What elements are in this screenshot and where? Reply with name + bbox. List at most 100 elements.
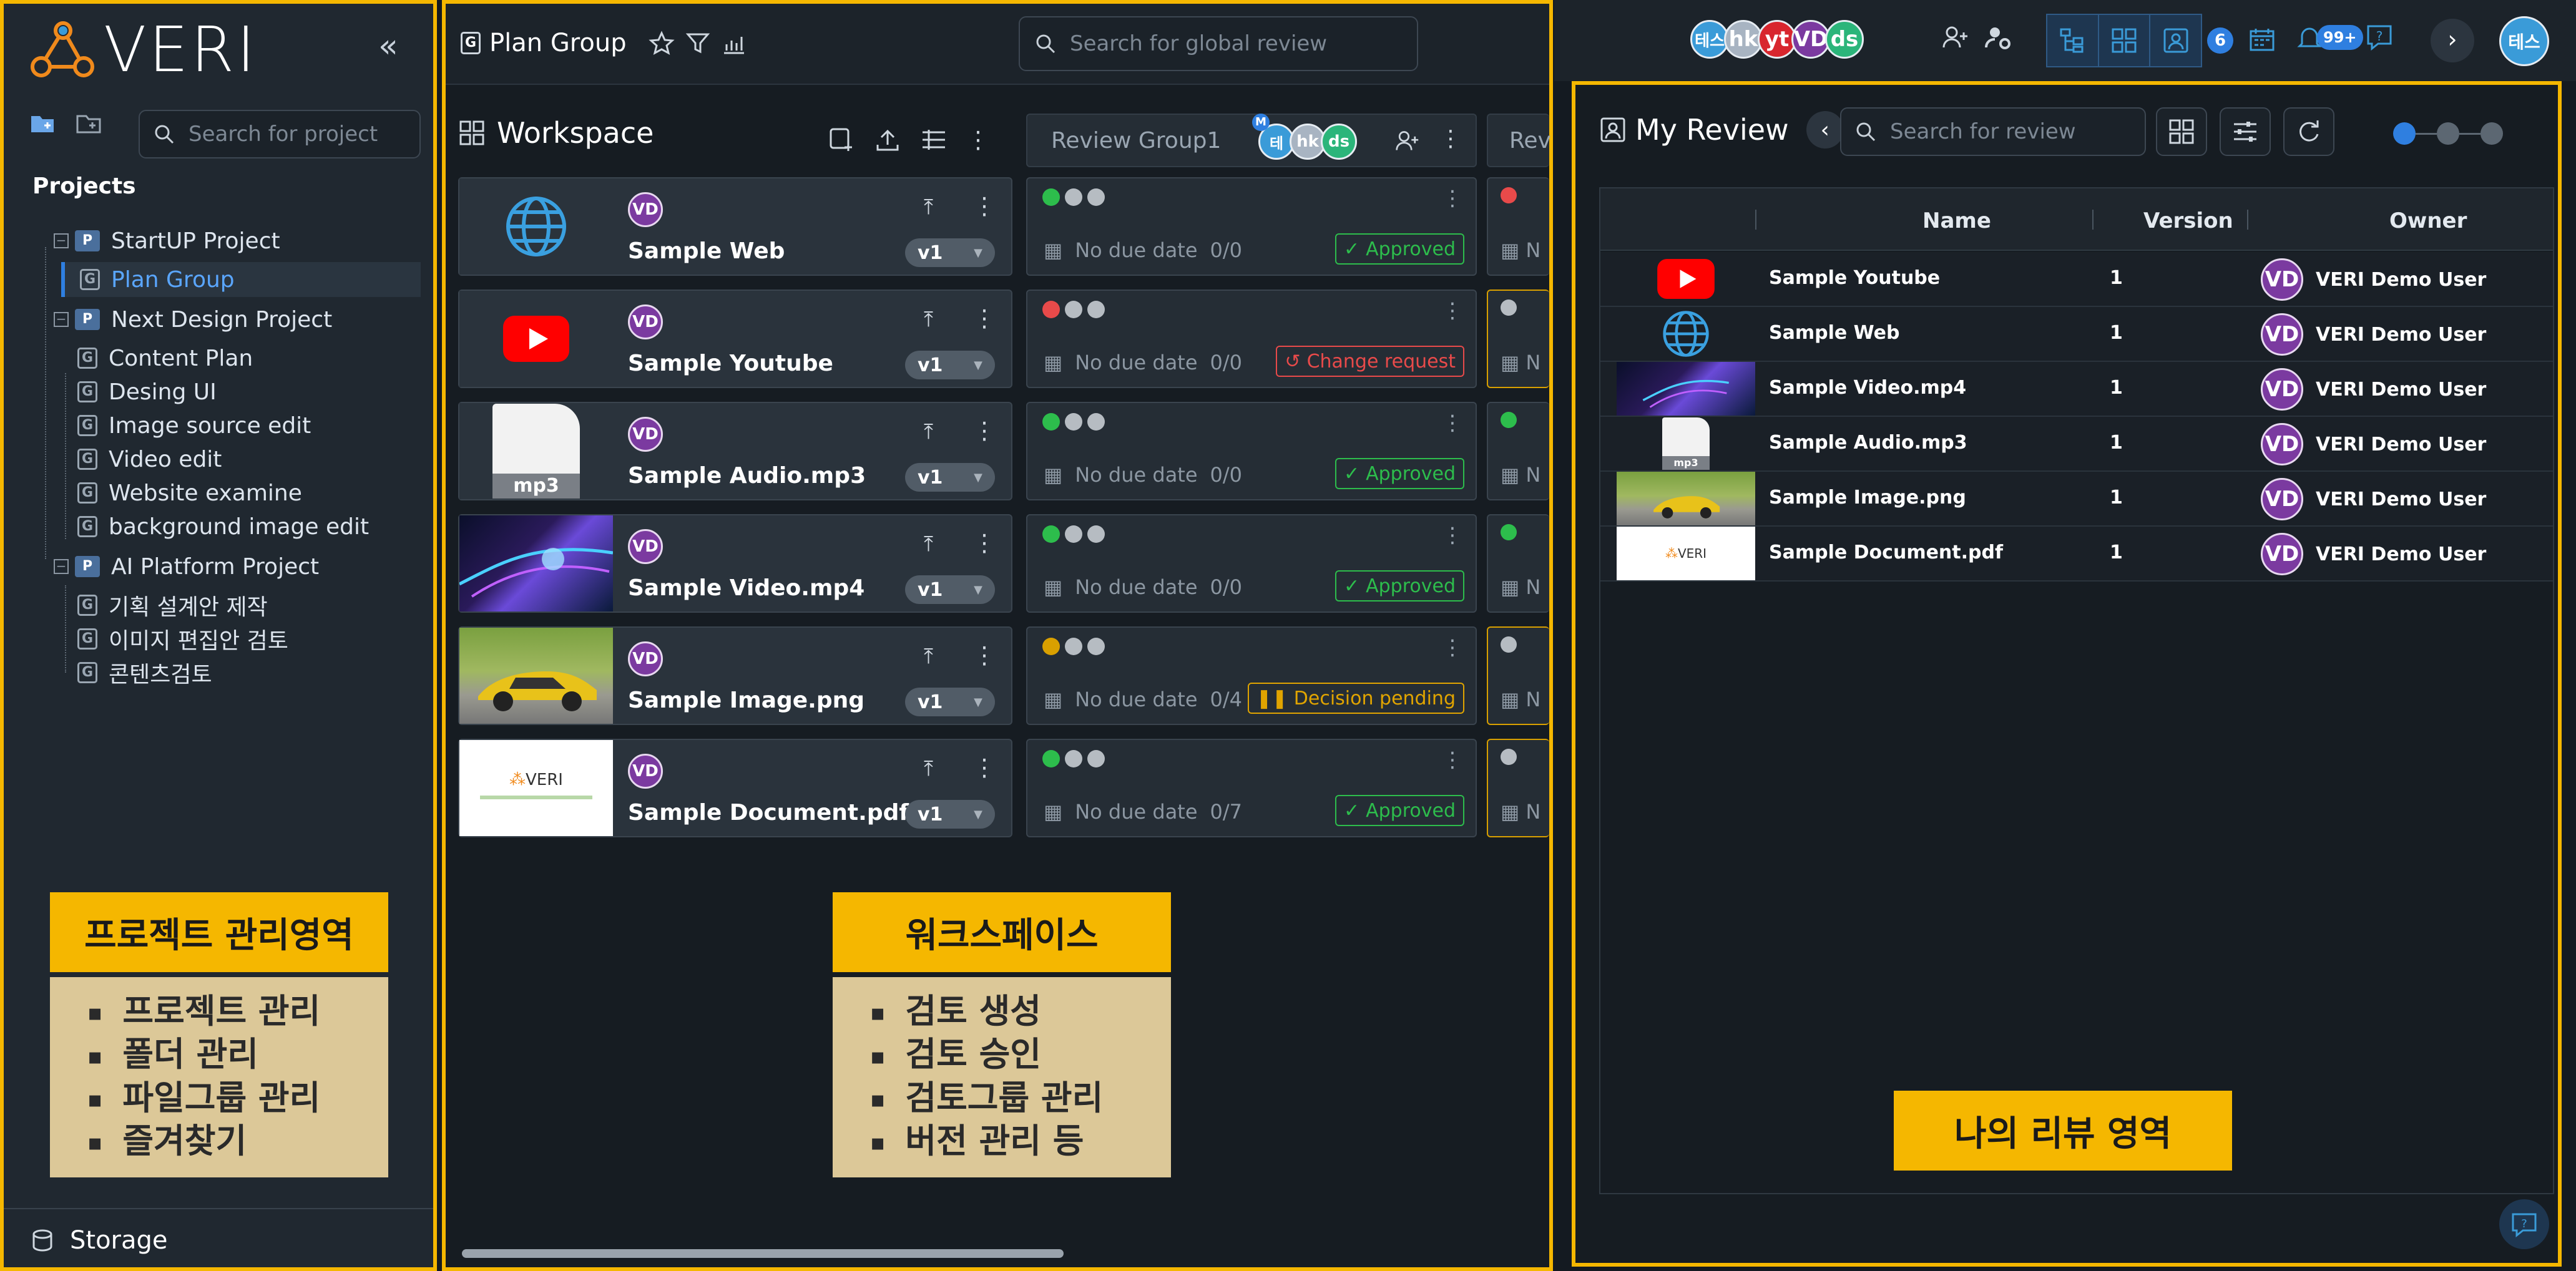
- asset-more-icon[interactable]: ⋮: [972, 641, 996, 669]
- version-select[interactable]: v1 ▼: [905, 351, 995, 379]
- due-date[interactable]: ▦ No due date 0/0: [1044, 351, 1242, 374]
- expand-panel-button[interactable]: ›: [2431, 19, 2474, 62]
- column-header-version[interactable]: Version: [2143, 208, 2233, 233]
- upload-version-icon[interactable]: ⤒: [924, 419, 933, 444]
- asset-more-icon[interactable]: ⋮: [972, 417, 996, 444]
- asset-more-icon[interactable]: ⋮: [972, 304, 996, 332]
- tree-group-video-edit[interactable]: G Video edit: [77, 442, 222, 477]
- review-more-icon[interactable]: ⋮: [1442, 186, 1463, 211]
- upload-version-icon[interactable]: ⤒: [924, 532, 933, 557]
- add-folder-icon[interactable]: [29, 110, 56, 137]
- add-member-icon[interactable]: [1394, 129, 1419, 153]
- invite-user-icon[interactable]: [1941, 24, 1969, 51]
- view-mode-toggle[interactable]: [2046, 14, 2202, 67]
- status-badge[interactable]: ✓ Approved: [1335, 570, 1464, 601]
- user-avatar[interactable]: hk: [1724, 20, 1763, 59]
- asset-card[interactable]: mp3 VD Sample Audio.mp3 ⤒ ⋮ v1 ▼: [458, 402, 1012, 500]
- tree-group-website-examine[interactable]: G Website examine: [77, 475, 302, 510]
- review-group-members[interactable]: 테 hk ds M: [1252, 114, 1357, 160]
- review-card-peek[interactable]: ▦ N: [1487, 402, 1549, 500]
- due-date[interactable]: ▦ No due date 0/0: [1044, 575, 1242, 599]
- user-avatar[interactable]: VD: [1791, 20, 1830, 59]
- review-card[interactable]: ⋮ ▦ No due date 0/0 ✓ Approved: [1026, 177, 1477, 276]
- status-badge[interactable]: ✓ Approved: [1335, 795, 1464, 826]
- tree-view-icon[interactable]: [2047, 15, 2098, 66]
- collapse-sidebar-icon[interactable]: «: [378, 27, 398, 65]
- review-card[interactable]: ⋮ ▦ No due date 0/0 ↺ Change request: [1026, 290, 1477, 388]
- review-more-icon[interactable]: ⋮: [1442, 298, 1463, 323]
- asset-more-icon[interactable]: ⋮: [972, 754, 996, 781]
- review-card[interactable]: ⋮ ▦ No due date 0/0 ✓ Approved: [1026, 402, 1477, 500]
- tree-group-plan-group[interactable]: G Plan Group: [61, 262, 421, 297]
- tree-group-content-review[interactable]: G 콘텐츠검토: [77, 655, 212, 690]
- tree-group-content-plan[interactable]: G Content Plan: [77, 341, 253, 376]
- due-date[interactable]: ▦ No due date 0/0: [1044, 238, 1242, 262]
- refresh-button[interactable]: [2283, 107, 2334, 156]
- table-row[interactable]: Sample Image.png 1 VD VERI Demo User: [1600, 472, 2553, 527]
- review-group-more-icon[interactable]: ⋮: [1439, 126, 1462, 152]
- count-badge[interactable]: 6: [2207, 27, 2233, 54]
- online-users[interactable]: 테스 hk yt VD ds: [1690, 20, 1864, 59]
- asset-card[interactable]: VD Sample Web ⤒ ⋮ v1 ▼: [458, 177, 1012, 276]
- review-card-peek[interactable]: ▦ N: [1487, 739, 1549, 837]
- collapse-toggle-icon[interactable]: −: [54, 233, 69, 248]
- status-badge[interactable]: ❚❚ Decision pending: [1247, 683, 1464, 714]
- project-search-input[interactable]: Search for project: [139, 110, 421, 158]
- add-project-icon[interactable]: [75, 110, 102, 137]
- version-select[interactable]: v1 ▼: [905, 688, 995, 716]
- tree-group-image-source-edit[interactable]: G Image source edit: [77, 408, 311, 443]
- list-view-icon[interactable]: [920, 126, 948, 153]
- star-icon[interactable]: [648, 29, 675, 57]
- status-badge[interactable]: ↺ Change request: [1276, 346, 1464, 377]
- column-header-owner[interactable]: Owner: [2389, 208, 2467, 233]
- upload-version-icon[interactable]: ⤒: [924, 644, 933, 669]
- review-card-peek[interactable]: ▦ N: [1487, 514, 1549, 613]
- review-more-icon[interactable]: ⋮: [1442, 748, 1463, 772]
- table-row[interactable]: Sample Video.mp4 1 VD VERI Demo User: [1600, 362, 2553, 417]
- tree-group-desing-ui[interactable]: G Desing UI: [77, 374, 217, 409]
- tree-project-startup[interactable]: − P StartUP Project: [54, 223, 280, 258]
- tree-group-background-image-edit[interactable]: Gbackground image edit: [77, 509, 369, 544]
- my-review-view-icon[interactable]: [2149, 15, 2201, 66]
- table-row[interactable]: Sample Web 1 VD VERI Demo User: [1600, 307, 2553, 362]
- add-group-icon[interactable]: [828, 126, 855, 153]
- analytics-icon[interactable]: [720, 29, 748, 57]
- tree-project-ai-platform[interactable]: − P AI Platform Project: [54, 549, 319, 584]
- version-select[interactable]: v1 ▼: [905, 800, 995, 829]
- user-settings-icon[interactable]: [1985, 24, 2012, 51]
- tree-group-image-edit-review[interactable]: G 이미지 편집안 검토: [77, 621, 288, 656]
- help-icon[interactable]: ?: [2366, 24, 2393, 51]
- asset-card[interactable]: VD Sample Video.mp4 ⤒ ⋮ v1 ▼: [458, 514, 1012, 613]
- table-row[interactable]: mp3 Sample Audio.mp3 1 VD VERI Demo User: [1600, 417, 2553, 472]
- due-date[interactable]: ▦ No due date 0/0: [1044, 463, 1242, 487]
- storage-button[interactable]: Storage: [4, 1208, 433, 1271]
- more-options-icon[interactable]: ⋮: [966, 126, 990, 153]
- asset-card[interactable]: ⁂VERI VD Sample Document.pdf ⤒ ⋮ v1 ▼: [458, 739, 1012, 837]
- review-more-icon[interactable]: ⋮: [1442, 523, 1463, 548]
- review-card[interactable]: ⋮ ▦ No due date 0/7 ✓ Approved: [1026, 739, 1477, 837]
- review-search-input[interactable]: Search for review: [1840, 107, 2146, 156]
- review-group-header[interactable]: Review Group1 테 hk ds M ⋮: [1026, 114, 1477, 167]
- filter-settings-button[interactable]: [2220, 107, 2271, 156]
- upload-version-icon[interactable]: ⤒: [924, 307, 933, 332]
- user-avatar[interactable]: yt: [1758, 20, 1796, 59]
- grid-view-button[interactable]: [2156, 107, 2207, 156]
- review-card-peek[interactable]: ▦ N: [1487, 626, 1549, 725]
- asset-more-icon[interactable]: ⋮: [972, 192, 996, 220]
- due-date[interactable]: ▦ No due date 0/4: [1044, 688, 1242, 711]
- table-row[interactable]: Sample Youtube 1 VD VERI Demo User: [1600, 252, 2553, 307]
- status-badge[interactable]: ✓ Approved: [1335, 233, 1464, 265]
- review-card-peek[interactable]: ▦ N: [1487, 290, 1549, 388]
- review-card[interactable]: ⋮ ▦ No due date 0/0 ✓ Approved: [1026, 514, 1477, 613]
- collapse-toggle-icon[interactable]: −: [54, 559, 69, 574]
- user-avatar[interactable]: 테스: [1690, 20, 1729, 59]
- upload-icon[interactable]: [874, 126, 901, 153]
- tree-project-next-design[interactable]: − P Next Design Project: [54, 302, 332, 337]
- due-date[interactable]: ▦ No due date 0/7: [1044, 800, 1242, 824]
- column-header-name[interactable]: Name: [1922, 208, 1991, 233]
- review-more-icon[interactable]: ⋮: [1442, 635, 1463, 660]
- table-row[interactable]: ⁂ VERI Sample Document.pdf 1 VD VERI Demo …: [1600, 527, 2553, 582]
- my-profile-avatar[interactable]: 테스: [2499, 16, 2549, 66]
- upload-version-icon[interactable]: ⤒: [924, 195, 933, 220]
- review-card[interactable]: ⋮ ▦ No due date 0/4 ❚❚ Decision pending: [1026, 626, 1477, 725]
